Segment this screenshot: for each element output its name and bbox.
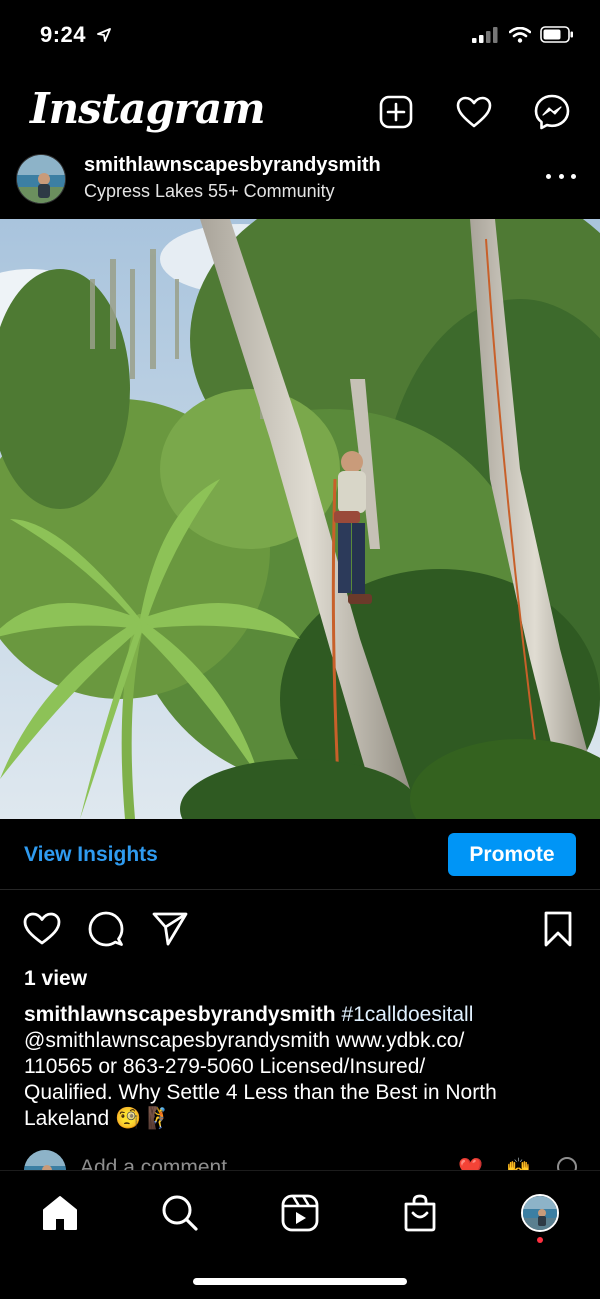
quick-reaction-heart[interactable]: ❤️	[458, 1156, 483, 1170]
promote-button[interactable]: Promote	[448, 833, 576, 876]
home-indicator[interactable]	[193, 1278, 407, 1285]
post-header: smithlawnscapesbyrandysmith Cypress Lake…	[0, 150, 600, 218]
bookmark-icon[interactable]	[538, 909, 578, 949]
messenger-icon[interactable]	[534, 94, 570, 130]
status-time: 9:24	[40, 22, 111, 48]
view-count[interactable]: 1 view	[24, 967, 87, 991]
like-heart-icon[interactable]	[22, 909, 62, 949]
bottom-tab-bar	[0, 1170, 600, 1299]
location-arrow-icon	[96, 22, 111, 48]
caption-username[interactable]: smithlawnscapesbyrandysmith	[24, 1003, 336, 1026]
post-action-row	[0, 905, 600, 955]
wifi-icon	[508, 26, 532, 48]
author-avatar[interactable]	[16, 154, 66, 204]
caption-line: Qualified. Why Settle 4 Less than the Be…	[24, 1081, 497, 1104]
view-insights-link[interactable]: View Insights	[24, 843, 158, 867]
reels-icon[interactable]	[278, 1191, 322, 1235]
heart-icon[interactable]	[456, 94, 492, 130]
comment-icon[interactable]	[86, 909, 126, 949]
profile-avatar[interactable]	[518, 1191, 562, 1235]
signal-icon	[472, 26, 500, 48]
clock-text: 9:24	[40, 22, 87, 47]
add-reaction-icon[interactable]	[556, 1156, 578, 1170]
new-post-icon[interactable]	[378, 94, 414, 130]
share-icon[interactable]	[150, 909, 190, 949]
post-location[interactable]: Cypress Lakes 55+ Community	[84, 181, 335, 202]
battery-icon	[540, 26, 574, 48]
quick-reaction-raised-hands[interactable]: 🙌	[506, 1156, 531, 1170]
add-comment-row[interactable]: Add a comment ❤️ 🙌	[0, 1148, 600, 1170]
search-icon[interactable]	[158, 1191, 202, 1235]
post-caption: smithlawnscapesbyrandysmith #1calldoesit…	[24, 1002, 580, 1132]
add-comment-placeholder[interactable]: Add a comment	[80, 1156, 227, 1170]
caption-line: 110565 or 863-279-5060 Licensed/Insured/	[24, 1055, 426, 1078]
post-image[interactable]	[0, 219, 600, 819]
post-username[interactable]: smithlawnscapesbyrandysmith	[84, 154, 381, 177]
instagram-logo[interactable]: Instagram	[30, 84, 266, 133]
app-header: Instagram	[0, 80, 600, 144]
caption-line: Lakeland	[24, 1107, 110, 1130]
caption-emojis: 🧐 🧗	[115, 1107, 174, 1130]
more-options-icon[interactable]	[546, 164, 576, 188]
commenter-avatar	[24, 1150, 66, 1170]
caption-hashtag[interactable]: #1calldoesitall	[341, 1003, 473, 1026]
insights-row: View Insights Promote	[0, 820, 600, 890]
notification-dot	[537, 1237, 543, 1243]
status-bar: 9:24	[0, 0, 600, 70]
caption-line: @smithlawnscapesbyrandysmith www.ydbk.co…	[24, 1029, 465, 1052]
shop-icon[interactable]	[398, 1191, 442, 1235]
home-icon[interactable]	[38, 1191, 82, 1235]
